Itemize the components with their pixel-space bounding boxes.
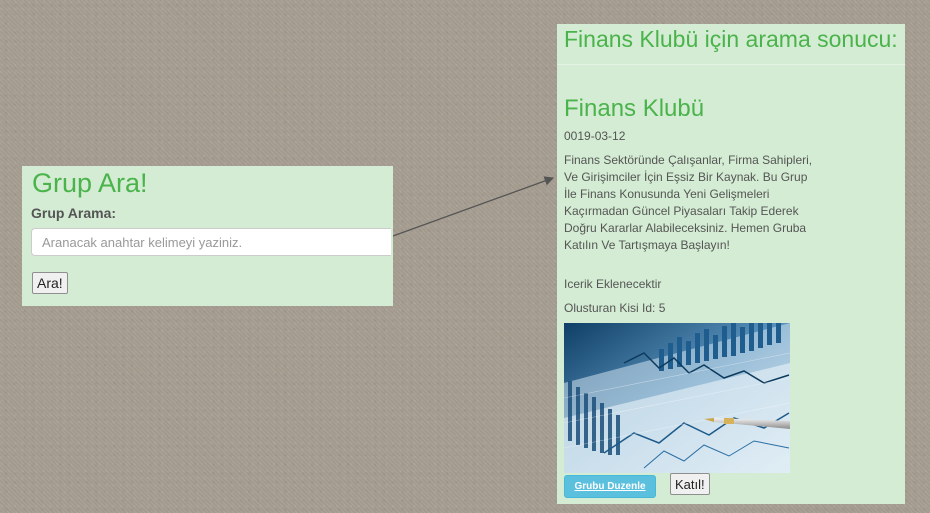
group-description: Finans Sektöründe Çalışanlar, Firma Sahi…: [564, 153, 813, 252]
result-heading: Finans Klubü için arama sonucu:: [564, 26, 898, 52]
search-result-panel: Finans Klubü için arama sonucu: Finans K…: [557, 24, 905, 504]
group-date: 0019-03-12: [564, 129, 626, 143]
divider: [557, 64, 905, 65]
search-label: Grup Arama:: [31, 205, 117, 221]
search-button[interactable]: Ara!: [32, 272, 68, 294]
group-search-panel: Grup Ara! Grup Arama: Ara!: [22, 166, 393, 306]
search-input[interactable]: [31, 228, 391, 256]
join-group-button[interactable]: Katıl!: [670, 473, 710, 495]
group-creator: Olusturan Kisi Id: 5: [564, 301, 666, 315]
group-name: Finans Klubü: [564, 95, 705, 122]
finance-chart-image: [564, 323, 790, 473]
group-content-note: Icerik Eklenecektir: [564, 277, 662, 291]
edit-group-button[interactable]: Grubu Duzenle: [564, 475, 656, 498]
search-title: Grup Ara!: [32, 168, 148, 198]
